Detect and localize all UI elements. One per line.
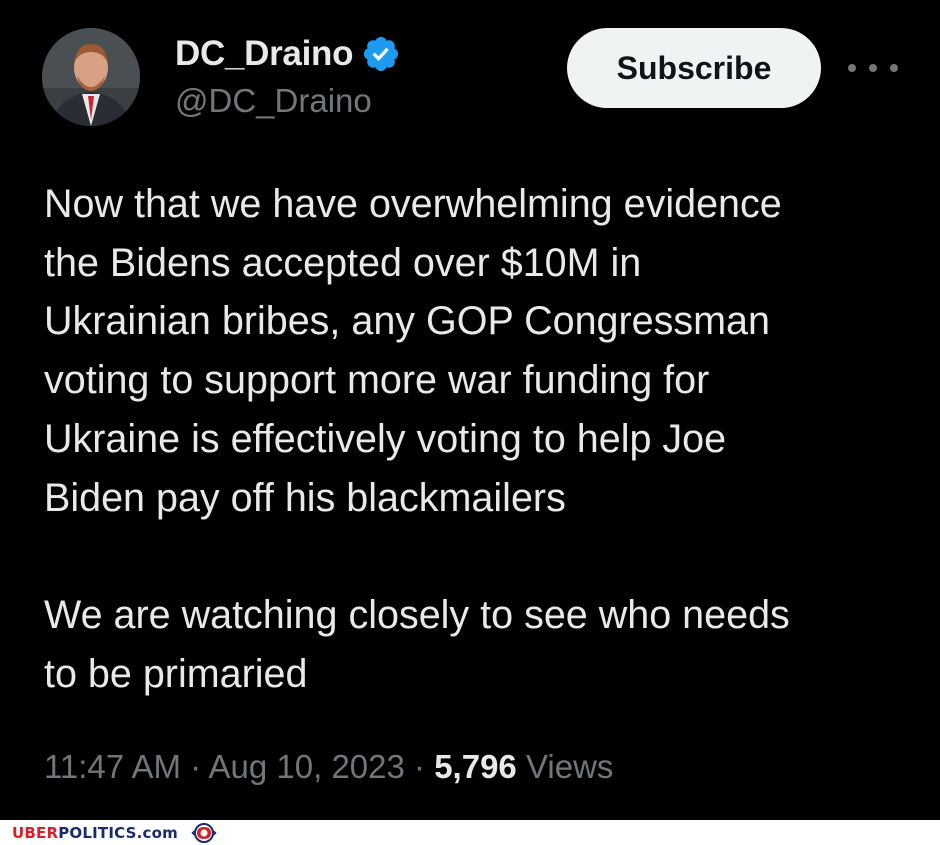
- views-count[interactable]: 5,796: [434, 748, 517, 785]
- author-name-row: DC_Draino: [175, 32, 401, 76]
- tweet-paragraph: We are watching closely to see who needs…: [44, 592, 790, 696]
- avatar[interactable]: [42, 28, 140, 126]
- watermark-brand-uber: UBER: [12, 824, 59, 842]
- more-dot: [848, 64, 856, 72]
- lion-logo-icon: [186, 823, 222, 843]
- tweet-text: Now that we have overwhelming evidence t…: [44, 175, 924, 703]
- author-display-name[interactable]: DC_Draino: [175, 34, 353, 74]
- meta-separator: ·: [190, 748, 202, 785]
- tweet-time[interactable]: 11:47 AM: [44, 748, 181, 785]
- views-label: Views: [525, 748, 614, 785]
- watermark: UBER POLITICS.com: [12, 823, 222, 843]
- meta-separator: ·: [414, 748, 426, 785]
- watermark-bar: UBER POLITICS.com: [0, 820, 940, 845]
- avatar-photo: [42, 28, 140, 126]
- subscribe-button[interactable]: Subscribe: [567, 28, 821, 108]
- tweet-meta: 11:47 AM · Aug 10, 2023 · 5,796 Views: [44, 748, 613, 786]
- verified-badge-icon: [361, 34, 401, 74]
- tweet-paragraph: Now that we have overwhelming evidence t…: [44, 182, 782, 520]
- watermark-brand-rest: POLITICS.com: [58, 824, 178, 842]
- author-handle[interactable]: @DC_Draino: [175, 82, 372, 120]
- tweet-date[interactable]: Aug 10, 2023: [209, 748, 405, 785]
- more-options-icon[interactable]: [848, 50, 898, 86]
- more-dot: [869, 64, 877, 72]
- tweet-card: DC_Draino @DC_Draino Subscribe Now that …: [0, 0, 940, 820]
- more-dot: [890, 64, 898, 72]
